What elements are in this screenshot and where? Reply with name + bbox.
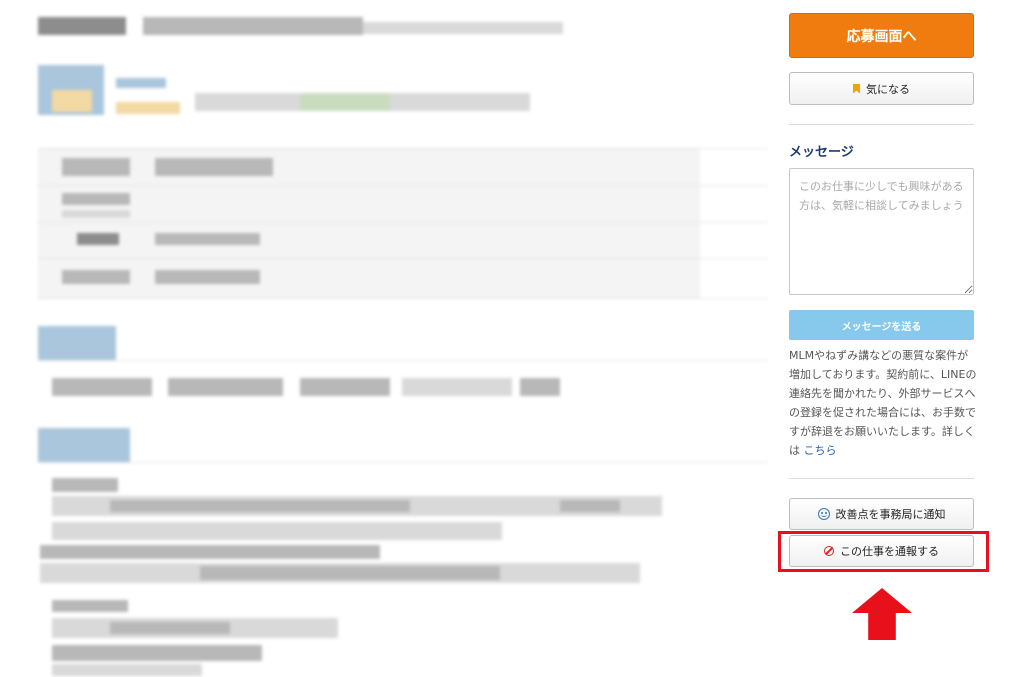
divider bbox=[789, 124, 974, 125]
bookmark-icon bbox=[853, 83, 860, 94]
apply-button[interactable]: 応募画面へ bbox=[789, 13, 974, 58]
up-arrow-icon bbox=[852, 588, 912, 640]
smile-icon bbox=[817, 508, 830, 520]
feedback-label: 改善点を事務局に通知 bbox=[835, 508, 946, 521]
warning-notice: MLMやねずみ講などの悪質な案件が増加しております。契約前に、LINEの連絡先を… bbox=[789, 346, 979, 460]
feedback-button[interactable]: 改善点を事務局に通知 bbox=[789, 498, 974, 530]
bookmark-label: 気になる bbox=[866, 82, 910, 96]
notice-text: MLMやねずみ講などの悪質な案件が増加しております。契約前に、LINEの連絡先を… bbox=[789, 349, 977, 457]
divider bbox=[789, 478, 974, 479]
bookmark-button[interactable]: 気になる bbox=[789, 72, 974, 105]
message-textarea[interactable] bbox=[789, 168, 974, 295]
blurred-job-content bbox=[0, 0, 770, 677]
send-message-button[interactable]: メッセージを送る bbox=[789, 310, 974, 340]
details-link[interactable]: こちら bbox=[804, 444, 837, 457]
message-title: メッセージ bbox=[789, 145, 854, 160]
highlight-box bbox=[778, 531, 989, 572]
